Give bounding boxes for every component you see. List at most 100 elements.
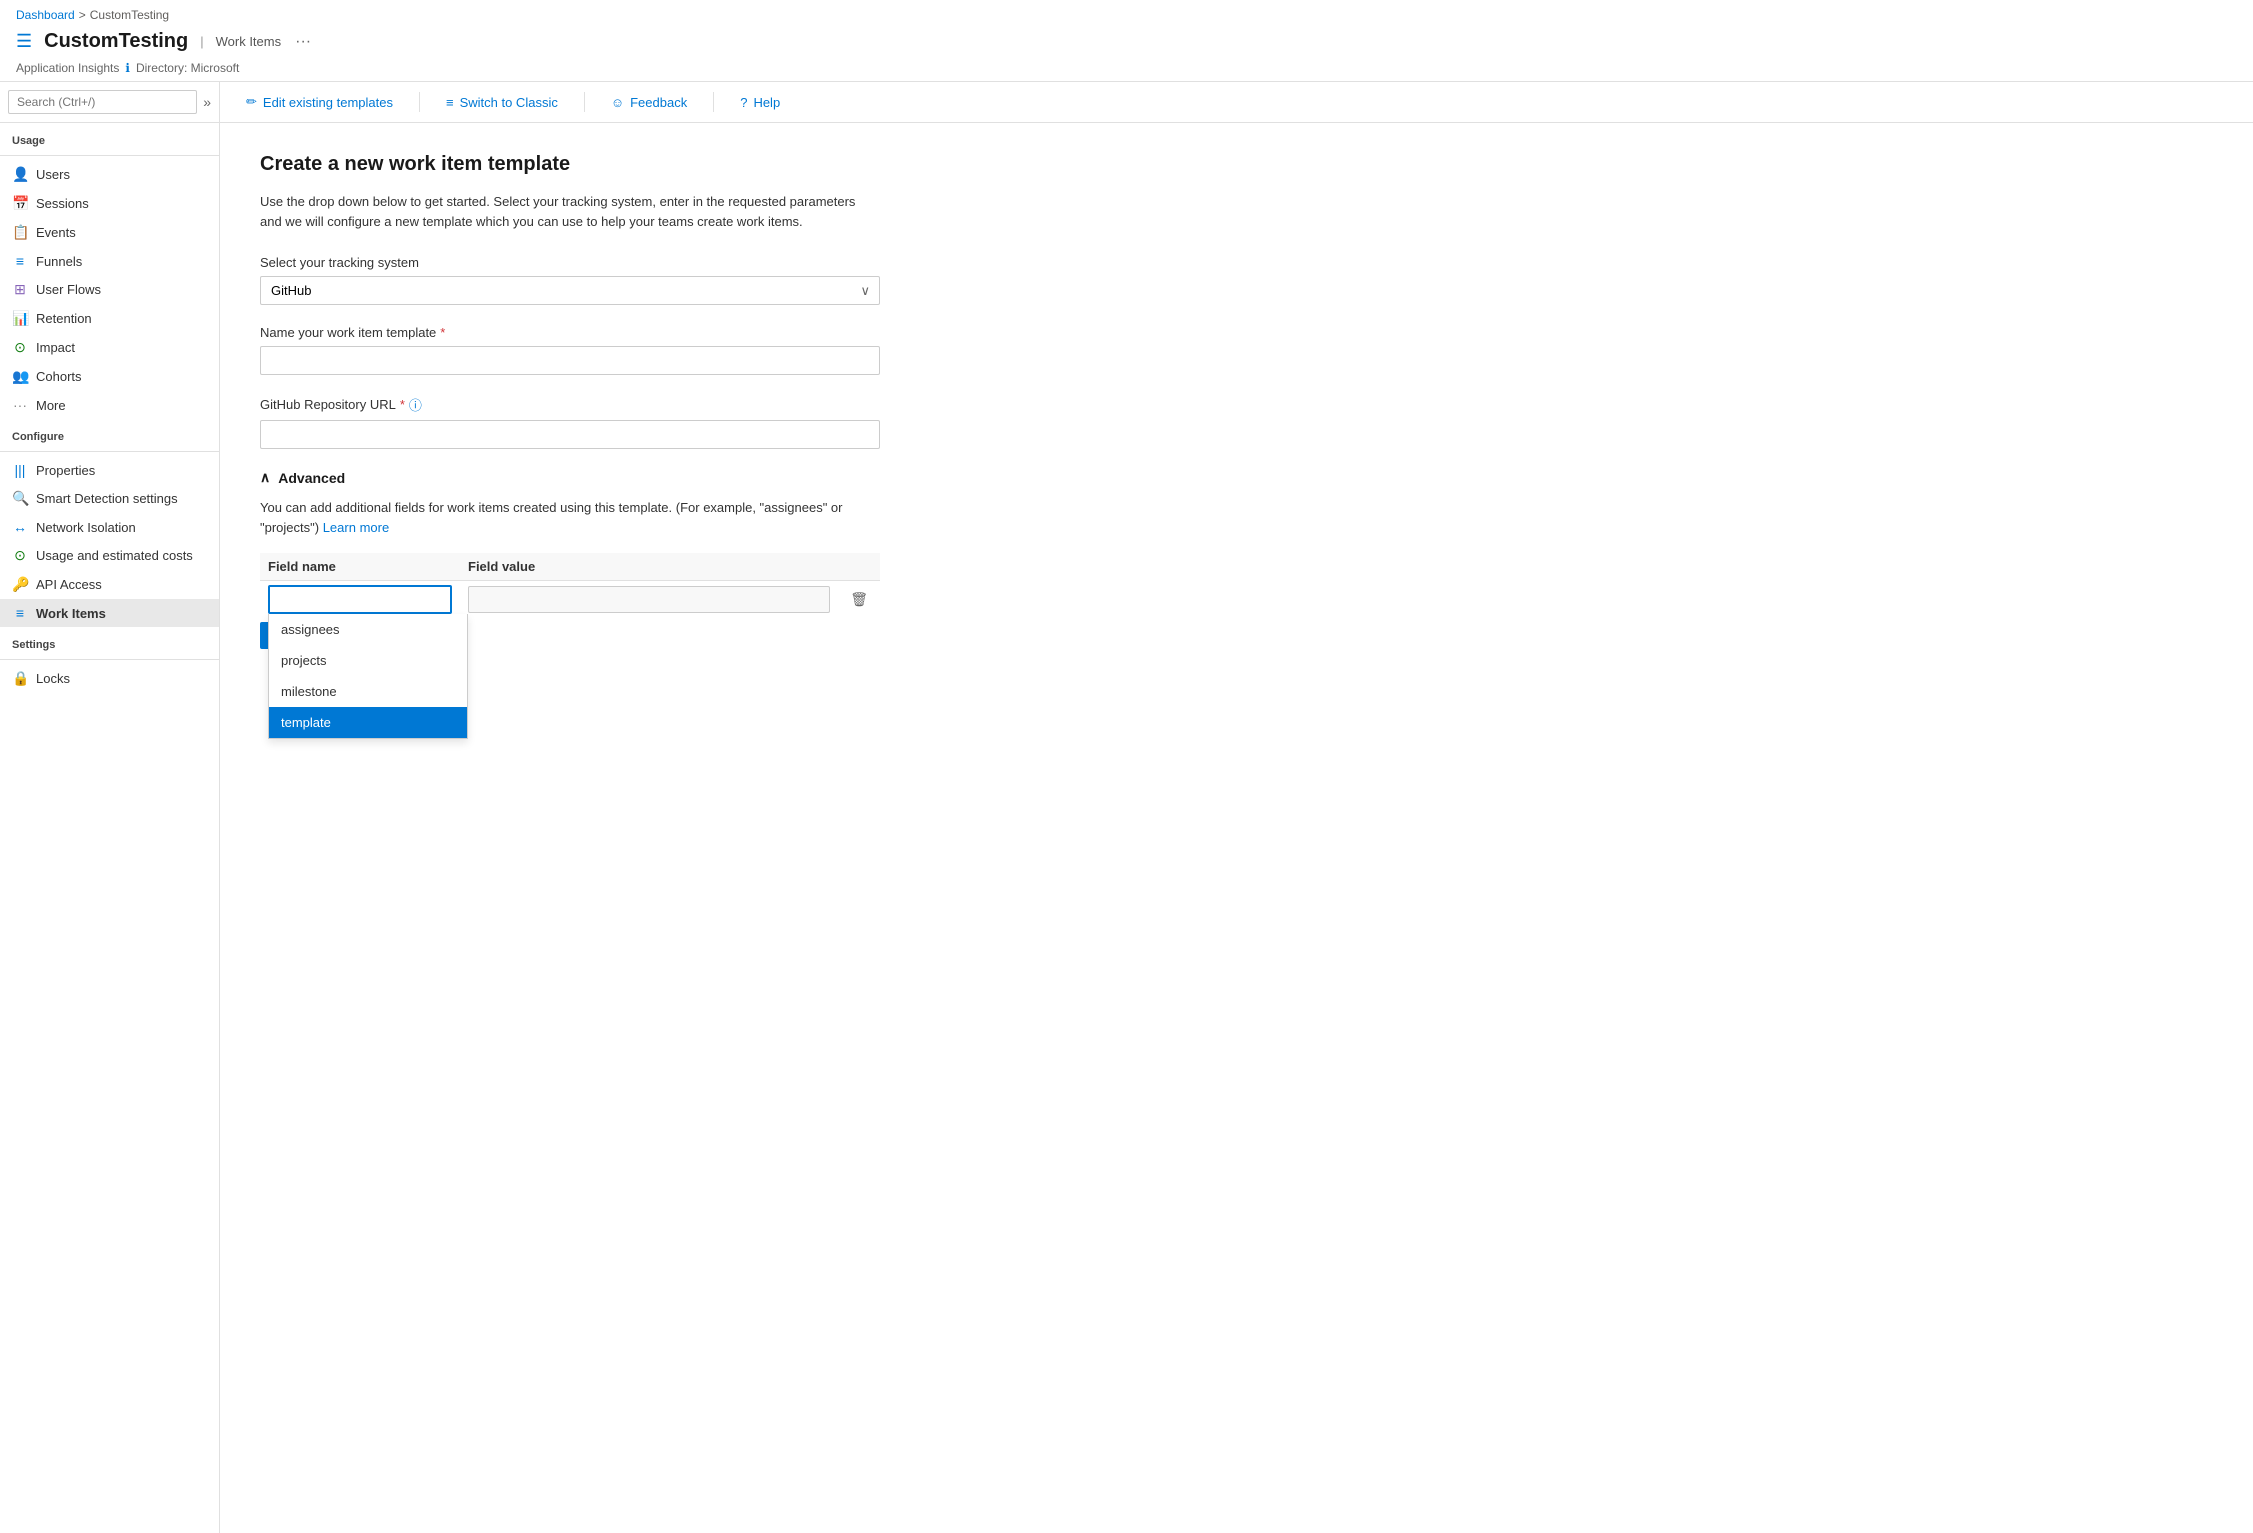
edit-templates-icon: ✏	[246, 94, 257, 110]
smart-detection-icon: 🔍	[12, 490, 28, 507]
sidebar-item-sessions[interactable]: 📅 Sessions	[0, 189, 219, 218]
sidebar-item-funnels[interactable]: ≡ Funnels	[0, 247, 219, 275]
impact-icon: ⊙	[12, 339, 28, 356]
autocomplete-item-assignees[interactable]: assignees	[269, 614, 467, 645]
sidebar-item-more[interactable]: ··· More	[0, 391, 219, 419]
sidebar-item-retention[interactable]: 📊 Retention	[0, 304, 219, 333]
switch-classic-icon: ≡	[446, 95, 454, 110]
sidebar-item-work-items[interactable]: ≡ Work Items	[0, 599, 219, 627]
cohorts-icon: 👥	[12, 368, 28, 385]
name-template-label: Name your work item template *	[260, 325, 880, 340]
sidebar-item-network-isolation[interactable]: ↔ Network Isolation	[0, 513, 219, 541]
feedback-button[interactable]: ☺ Feedback	[605, 91, 693, 114]
switch-classic-label: Switch to Classic	[460, 95, 558, 110]
sidebar-item-users[interactable]: 👤 Users	[0, 160, 219, 189]
edit-templates-button[interactable]: ✏ Edit existing templates	[240, 90, 399, 114]
sidebar-search-area: »	[0, 82, 219, 123]
content-title: Create a new work item template	[260, 153, 2213, 176]
field-value-cell	[460, 581, 838, 619]
delete-row-button[interactable]: 🗑	[846, 587, 872, 612]
tracking-system-section: Select your tracking system GitHub Azure…	[260, 255, 880, 305]
divider-settings	[0, 659, 219, 660]
sidebar-item-smart-detection-label: Smart Detection settings	[36, 491, 178, 506]
name-template-input[interactable]	[260, 346, 880, 375]
autocomplete-item-template[interactable]: template	[269, 707, 467, 738]
sidebar-item-work-items-label: Work Items	[36, 606, 106, 621]
sub-info: Application Insights ℹ Directory: Micros…	[16, 61, 2237, 81]
user-flows-icon: ⊞	[12, 281, 28, 298]
toolbar-sep-1	[419, 92, 420, 112]
breadcrumb: Dashboard > CustomTesting	[16, 8, 2237, 22]
delete-cell: 🗑	[838, 581, 880, 619]
usage-section-label: Usage	[0, 123, 219, 151]
advanced-header[interactable]: ∧ Advanced	[260, 469, 880, 486]
help-icon: ?	[740, 95, 747, 110]
autocomplete-item-milestone[interactable]: milestone	[269, 676, 467, 707]
switch-classic-button[interactable]: ≡ Switch to Classic	[440, 91, 564, 114]
feedback-icon: ☺	[611, 95, 624, 110]
page-title-sep: |	[200, 34, 203, 49]
sidebar-item-api-access[interactable]: 🔑 API Access	[0, 570, 219, 599]
content-desc: Use the drop down below to get started. …	[260, 192, 880, 231]
tracking-system-select[interactable]: GitHub Azure DevOps Jira	[260, 276, 880, 305]
retention-icon: 📊	[12, 310, 28, 327]
funnels-icon: ≡	[12, 253, 28, 269]
github-url-required-indicator: *	[400, 397, 405, 412]
divider-usage	[0, 155, 219, 156]
sidebar-item-locks[interactable]: 🔒 Locks	[0, 664, 219, 693]
events-icon: 📋	[12, 224, 28, 241]
field-value-input[interactable]	[468, 586, 830, 613]
sidebar-item-events-label: Events	[36, 225, 76, 240]
sidebar-item-events[interactable]: 📋 Events	[0, 218, 219, 247]
sidebar-item-cohorts[interactable]: 👥 Cohorts	[0, 362, 219, 391]
autocomplete-item-projects[interactable]: projects	[269, 645, 467, 676]
sidebar-item-more-label: More	[36, 398, 66, 413]
sidebar-item-smart-detection[interactable]: 🔍 Smart Detection settings	[0, 484, 219, 513]
learn-more-link[interactable]: Learn more	[323, 520, 389, 535]
fields-table: Field name Field value assignees	[260, 553, 880, 618]
settings-section-label: Settings	[0, 627, 219, 655]
menu-icon: ☰	[16, 31, 32, 52]
users-icon: 👤	[12, 166, 28, 183]
ellipsis-button[interactable]: ···	[289, 31, 317, 53]
autocomplete-dropdown: assignees projects milestone template	[268, 614, 468, 739]
sidebar-item-properties[interactable]: ||| Properties	[0, 456, 219, 484]
sidebar-item-impact[interactable]: ⊙ Impact	[0, 333, 219, 362]
directory-text: Directory: Microsoft	[136, 61, 239, 75]
collapse-sidebar-button[interactable]: »	[203, 94, 211, 110]
sidebar-item-usage-costs[interactable]: ⊙ Usage and estimated costs	[0, 541, 219, 570]
sidebar-item-properties-label: Properties	[36, 463, 95, 478]
properties-icon: |||	[12, 462, 28, 478]
sidebar-item-api-access-label: API Access	[36, 577, 102, 592]
field-name-cell: assignees projects milestone template	[260, 581, 460, 619]
toolbar-sep-2	[584, 92, 585, 112]
network-isolation-icon: ↔	[12, 519, 28, 535]
right-panel: ✏ Edit existing templates ≡ Switch to Cl…	[220, 82, 2253, 1533]
sidebar-item-usage-costs-label: Usage and estimated costs	[36, 548, 193, 563]
github-url-info-icon[interactable]: ⓘ	[409, 395, 422, 414]
sidebar-item-funnels-label: Funnels	[36, 254, 82, 269]
help-button[interactable]: ? Help	[734, 91, 786, 114]
sidebar-item-locks-label: Locks	[36, 671, 70, 686]
field-name-header: Field name	[260, 553, 460, 581]
search-input[interactable]	[8, 90, 197, 114]
sidebar-item-impact-label: Impact	[36, 340, 75, 355]
advanced-chevron-icon: ∧	[260, 469, 270, 486]
advanced-section: ∧ Advanced You can add additional fields…	[260, 469, 880, 649]
sidebar-item-user-flows-label: User Flows	[36, 282, 101, 297]
api-access-icon: 🔑	[12, 576, 28, 593]
feedback-label: Feedback	[630, 95, 687, 110]
sidebar-item-user-flows[interactable]: ⊞ User Flows	[0, 275, 219, 304]
breadcrumb-current: CustomTesting	[90, 8, 169, 22]
github-url-label: GitHub Repository URL * ⓘ	[260, 395, 880, 414]
toolbar-sep-3	[713, 92, 714, 112]
configure-section-label: Configure	[0, 419, 219, 447]
main-layout: » Usage 👤 Users 📅 Sessions 📋 Events ≡ Fu…	[0, 82, 2253, 1533]
sidebar-item-sessions-label: Sessions	[36, 196, 89, 211]
content-area: Create a new work item template Use the …	[220, 123, 2253, 1533]
breadcrumb-dashboard[interactable]: Dashboard	[16, 8, 75, 22]
sub-label: Application Insights	[16, 61, 119, 75]
breadcrumb-sep: >	[79, 8, 86, 22]
field-name-input[interactable]	[268, 585, 452, 614]
github-url-input[interactable]	[260, 420, 880, 449]
